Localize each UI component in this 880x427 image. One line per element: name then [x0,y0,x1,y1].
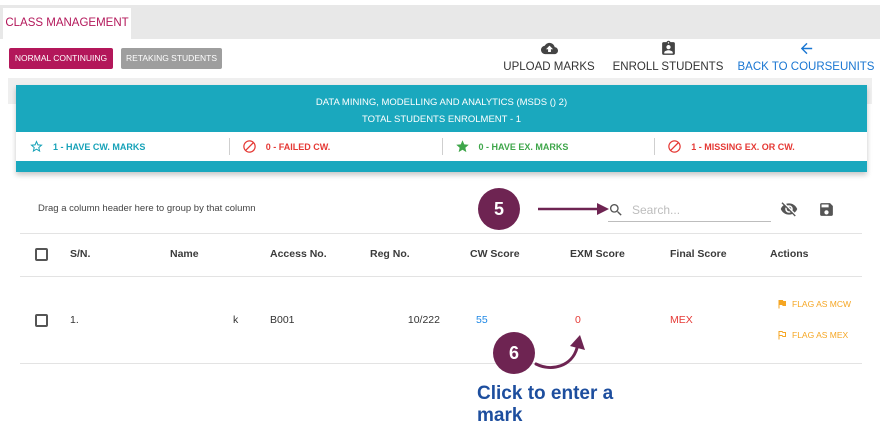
cell-reg-no: 10/222 [407,314,440,326]
enroll-students-button[interactable]: ENROLL STUDENTS [612,40,724,76]
row-checkbox[interactable] [35,314,48,327]
stat-label: 1 - MISSING EX. OR CW. [691,141,795,152]
flag-as-mex-button[interactable]: FLAG AS MEX [776,328,848,342]
column-header-cw-score[interactable]: CW Score [470,247,520,261]
stat-label: 0 - HAVE EX. MARKS [478,141,569,152]
callout-6-caption: Click to enter a mark [477,383,614,426]
tab-class-management[interactable]: CLASS MANAGEMENT [3,8,131,39]
cell-access-no: B001 [270,314,295,326]
star-icon [455,139,479,154]
course-title: DATA MINING, MODELLING AND ANALYTICS (MS… [315,97,568,108]
back-to-courseunits-button[interactable]: BACK TO COURSEUNITS [736,40,876,76]
stat-missing-ex-or-cw: 1 - MISSING EX. OR CW. [654,132,867,161]
table-top-divider [20,233,862,234]
eye-off-icon[interactable] [780,200,798,218]
stat-failed-cw: 0 - FAILED CW. [228,132,442,161]
outlined-flag-icon [776,329,792,341]
group-by-hint: Drag a column header here to group by th… [38,203,256,214]
callout-6-badge: 6 [493,332,535,374]
cell-cw-score[interactable]: 55 [476,313,488,327]
cell-sn: 1. [70,314,79,326]
cell-name: k [233,314,239,326]
column-header-sn[interactable]: S/N. [70,247,90,261]
stat-have-ex-marks: 0 - HAVE EX. MARKS [441,132,655,161]
column-header-exm-score[interactable]: EXM Score [570,247,625,261]
block-icon [667,139,691,154]
arrow-left-icon [736,40,876,57]
column-header-name[interactable]: Name [170,247,199,261]
enrolment-total: TOTAL STUDENTS ENROLMENT - 1 [361,114,522,125]
normal-continuing-button[interactable]: NORMAL CONTINUING [9,48,113,69]
column-header-final-score[interactable]: Final Score [670,247,727,261]
cloud-upload-icon [500,40,598,57]
flag-as-mex-label: FLAG AS MEX [792,330,849,340]
back-to-courseunits-label: BACK TO COURSEUNITS [737,61,875,73]
search-input[interactable] [632,201,762,219]
course-header: DATA MINING, MODELLING AND ANALYTICS (MS… [16,85,867,132]
upload-marks-button[interactable]: UPLOAD MARKS [500,40,598,76]
flag-icon [776,298,792,310]
upload-marks-label: UPLOAD MARKS [503,61,595,73]
stat-label: 0 - FAILED CW. [265,141,331,152]
column-header-reg-no[interactable]: Reg No. [370,247,410,261]
search-box[interactable] [608,199,771,222]
save-icon[interactable] [818,201,835,218]
table-row [20,277,862,363]
tab-strip [0,5,880,39]
stats-row: 1 - HAVE CW. MARKS 0 - FAILED CW. 0 - HA… [16,132,867,161]
enroll-students-label: ENROLL STUDENTS [612,61,724,73]
row-divider [20,363,862,364]
flag-as-mcw-label: FLAG AS MCW [792,299,852,309]
cell-exm-score[interactable]: 0 [575,313,581,327]
retaking-students-button[interactable]: RETAKING STUDENTS [121,48,222,69]
star-outline-icon [29,139,53,154]
flag-as-mcw-button[interactable]: FLAG AS MCW [776,297,851,311]
course-summary-card: DATA MINING, MODELLING AND ANALYTICS (MS… [16,85,867,172]
cell-final-score: MEX [670,314,693,326]
search-icon [608,202,624,218]
callout-5-badge: 5 [478,188,520,230]
stat-have-cw-marks: 1 - HAVE CW. MARKS [16,132,229,161]
column-header-access-no[interactable]: Access No. [270,247,327,261]
assignment-ind-icon [612,40,724,57]
stat-label: 1 - HAVE CW. MARKS [53,141,146,152]
select-all-checkbox[interactable] [35,248,48,261]
column-header-actions: Actions [770,248,809,260]
block-icon [242,139,266,154]
